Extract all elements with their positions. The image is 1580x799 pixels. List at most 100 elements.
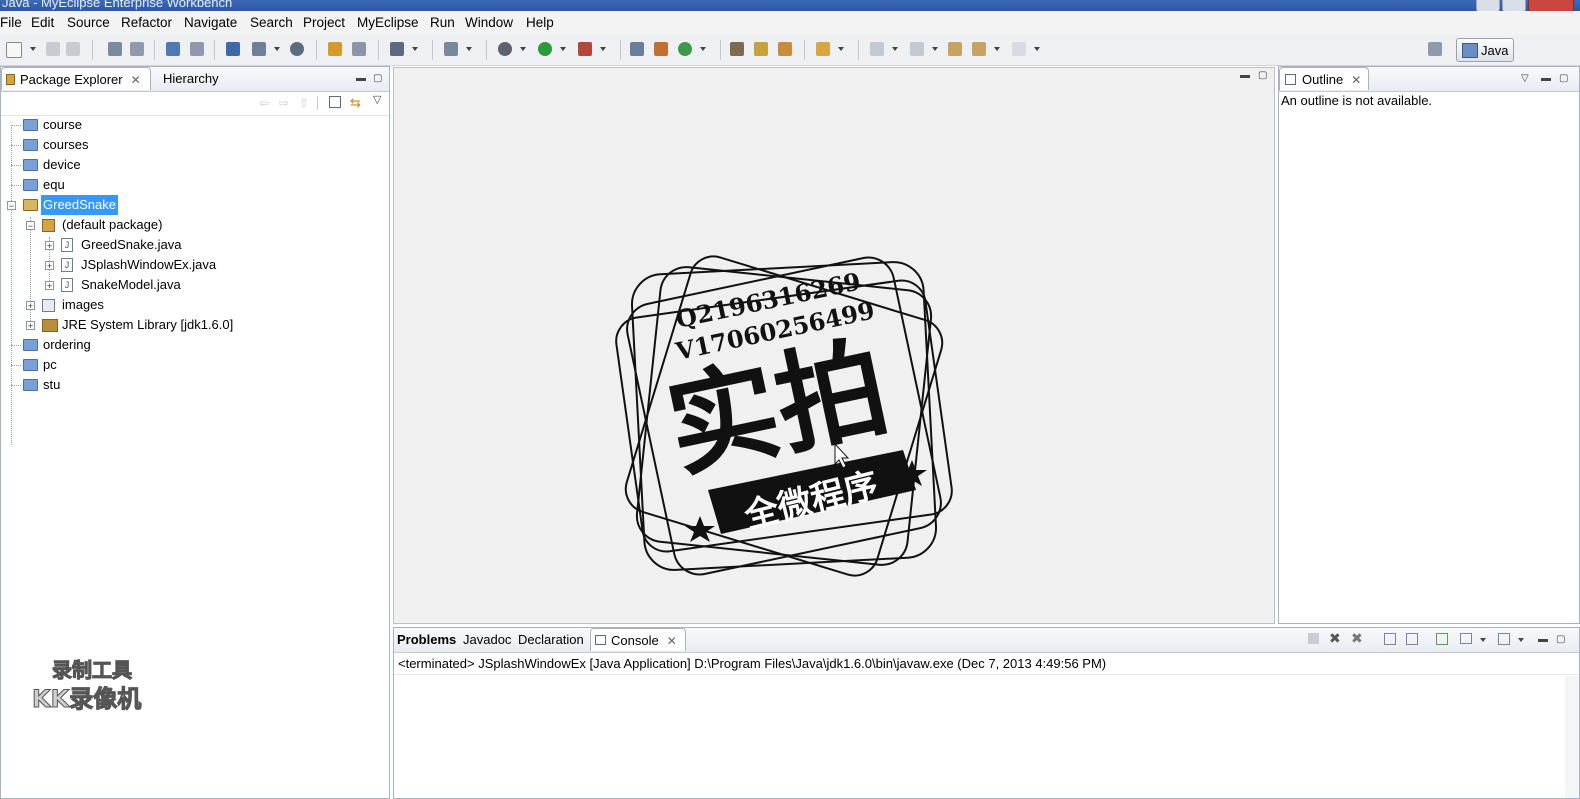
chevron-down-icon[interactable] <box>466 47 472 51</box>
chevron-down-icon[interactable] <box>600 47 606 51</box>
debug-tools-icon[interactable] <box>108 42 122 56</box>
minimize-icon[interactable]: ▬ <box>1240 70 1250 81</box>
tab-javadoc[interactable]: Javadoc <box>463 628 511 651</box>
expand-icon[interactable]: + <box>45 281 54 291</box>
chevron-down-icon[interactable] <box>412 47 418 51</box>
view-menu-icon[interactable]: ▽ <box>1521 73 1529 84</box>
monitor-icon[interactable] <box>390 42 404 56</box>
tab-console[interactable]: Console ✕ <box>590 628 686 651</box>
tree-item-pc[interactable]: pc <box>1 355 381 375</box>
view-menu-icon[interactable]: ▽ <box>373 93 381 106</box>
tree-item-course[interactable]: course <box>1 115 381 135</box>
collapse-icon[interactable]: − <box>26 221 35 231</box>
external-tools-icon[interactable] <box>578 42 592 56</box>
tree-item-images[interactable]: + images <box>1 295 381 315</box>
back-icon[interactable] <box>972 42 986 56</box>
menu-search[interactable]: Search <box>250 15 293 30</box>
collapse-icon[interactable]: − <box>7 201 16 211</box>
scroll-lock-icon[interactable] <box>1406 633 1418 645</box>
link-editor-icon[interactable]: ⇆ <box>350 95 361 111</box>
tab-declaration[interactable]: Declaration <box>518 628 584 651</box>
remove-all-icon[interactable]: ✖ <box>1351 630 1363 647</box>
chevron-down-icon[interactable] <box>700 47 706 51</box>
menu-refactor[interactable]: Refactor <box>121 15 172 30</box>
tree-item-ordering[interactable]: ordering <box>1 335 381 355</box>
deploy-icon[interactable] <box>166 42 180 56</box>
chevron-down-icon[interactable] <box>30 47 36 51</box>
maximize-window-button[interactable] <box>1502 0 1526 11</box>
expand-icon[interactable]: + <box>26 321 35 331</box>
expand-icon[interactable]: + <box>45 241 54 251</box>
up-icon[interactable]: ⇧ <box>299 96 309 110</box>
expand-icon[interactable]: + <box>45 261 54 271</box>
web-icon[interactable] <box>252 42 266 56</box>
chevron-down-icon[interactable] <box>932 47 938 51</box>
tab-problems[interactable]: Problems <box>397 628 456 651</box>
folder-open-icon[interactable] <box>328 42 342 56</box>
tree-item-default-package[interactable]: − (default package) <box>1 215 381 235</box>
minimize-window-button[interactable] <box>1476 0 1500 11</box>
forward-icon[interactable]: ⇨ <box>279 96 289 110</box>
tab-package-explorer[interactable]: Package Explorer ✕ <box>1 67 151 90</box>
tree-item-courses[interactable]: courses <box>1 135 381 155</box>
maximize-icon[interactable]: ▢ <box>1258 70 1267 81</box>
tree-item-greedsnake[interactable]: − GreedSnake <box>1 195 381 215</box>
minimize-icon[interactable]: ▬ <box>356 73 366 84</box>
maximize-icon[interactable]: ▢ <box>373 73 382 84</box>
annotation-icon[interactable] <box>816 42 830 56</box>
menu-navigate[interactable]: Navigate <box>184 15 237 30</box>
chevron-down-icon[interactable] <box>838 47 844 51</box>
prev-annotation-icon[interactable] <box>910 42 924 56</box>
display-console-icon[interactable] <box>1460 633 1472 644</box>
chevron-down-icon[interactable] <box>560 47 566 51</box>
tab-hierarchy[interactable]: Hierarchy <box>163 67 219 90</box>
minimize-icon[interactable]: ▬ <box>1541 73 1551 84</box>
task-icon[interactable] <box>778 42 792 56</box>
collapse-all-icon[interactable] <box>329 96 341 108</box>
clear-console-icon[interactable] <box>1384 633 1396 645</box>
chevron-down-icon[interactable] <box>1518 638 1524 642</box>
tree-item-stu[interactable]: stu <box>1 375 381 395</box>
new-package-icon[interactable] <box>654 42 668 56</box>
tree-item-equ[interactable]: equ <box>1 175 381 195</box>
java-perspective-button[interactable]: Java <box>1456 38 1514 62</box>
close-icon[interactable]: ✕ <box>667 630 677 653</box>
expand-icon[interactable]: + <box>26 301 35 311</box>
save-icon[interactable] <box>46 42 60 56</box>
close-icon[interactable]: ✕ <box>1351 69 1361 92</box>
last-edit-icon[interactable] <box>948 42 962 56</box>
debug-icon[interactable] <box>498 42 512 56</box>
terminate-icon[interactable] <box>1308 633 1319 644</box>
remove-launch-icon[interactable]: ✖ <box>1329 630 1341 647</box>
run-icon[interactable] <box>538 42 552 56</box>
new-wizard-icon[interactable] <box>678 42 692 56</box>
menu-project[interactable]: Project <box>303 15 345 30</box>
tab-outline[interactable]: Outline ✕ <box>1279 67 1369 90</box>
forward-icon[interactable] <box>1012 42 1026 56</box>
menu-edit[interactable]: Edit <box>31 15 54 30</box>
menu-file[interactable]: File <box>0 15 22 30</box>
chevron-down-icon[interactable] <box>994 47 1000 51</box>
open-perspective-button-icon[interactable] <box>1428 42 1442 56</box>
tree-item-greedsnake-java[interactable]: + J GreedSnake.java <box>1 235 381 255</box>
tree-item-jre-library[interactable]: + JRE System Library [jdk1.6.0] <box>1 315 381 335</box>
back-icon[interactable]: ⇦ <box>259 96 269 110</box>
chevron-down-icon[interactable] <box>274 47 280 51</box>
open-console-icon[interactable] <box>1498 633 1510 645</box>
new-class-icon[interactable] <box>630 42 644 56</box>
tree-item-device[interactable]: device <box>1 155 381 175</box>
menu-source[interactable]: Source <box>67 15 110 30</box>
chevron-down-icon[interactable] <box>892 47 898 51</box>
console-scrollbar[interactable] <box>1565 676 1579 798</box>
open-perspective-icon[interactable] <box>730 42 744 56</box>
globe-icon[interactable] <box>290 42 304 56</box>
new-file-icon[interactable] <box>6 42 22 58</box>
maximize-icon[interactable]: ▢ <box>1559 73 1568 84</box>
close-icon[interactable]: ✕ <box>131 69 141 92</box>
save-all-icon[interactable] <box>66 42 80 56</box>
chevron-down-icon[interactable] <box>520 47 526 51</box>
search-icon[interactable] <box>754 42 768 56</box>
maximize-icon[interactable]: ▢ <box>1556 634 1565 645</box>
menu-run[interactable]: Run <box>430 15 455 30</box>
chevron-down-icon[interactable] <box>1480 638 1486 642</box>
